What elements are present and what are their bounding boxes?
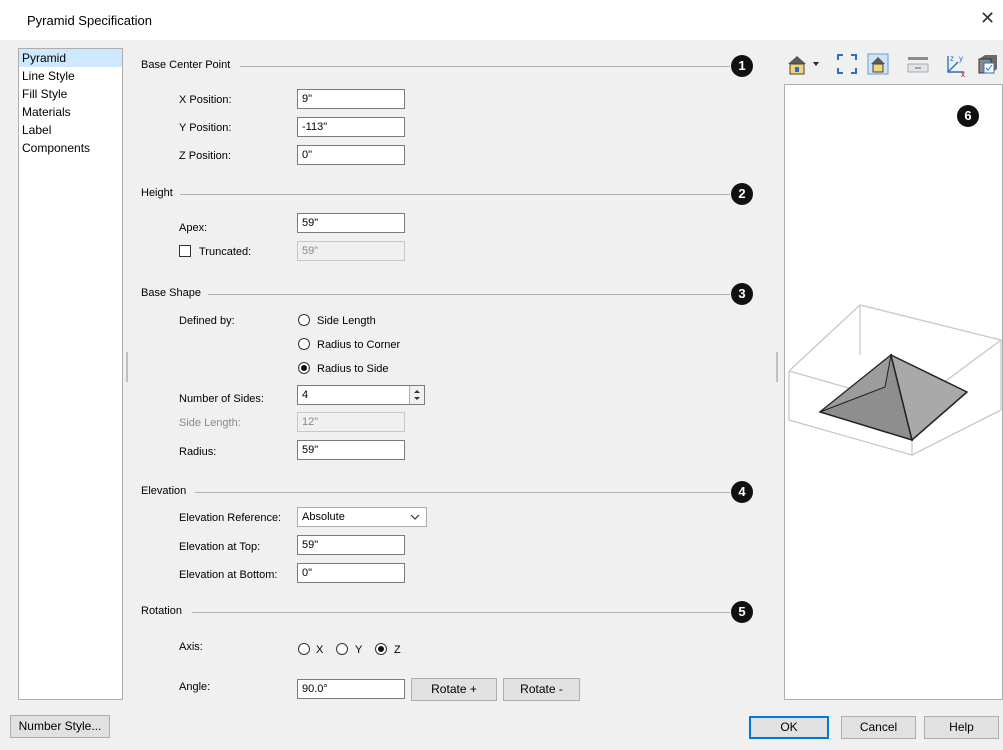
- x-position-input[interactable]: 9": [297, 89, 405, 109]
- sidebar-item-line-style[interactable]: Line Style: [19, 67, 122, 85]
- rotate-plus-button[interactable]: Rotate +: [411, 678, 497, 701]
- callout-badge-4: 4: [731, 481, 753, 503]
- side-length-input: 12": [297, 412, 405, 432]
- callout-badge-3: 3: [731, 283, 753, 305]
- truncated-input: 59": [297, 241, 405, 261]
- fill-window-icon[interactable]: [835, 52, 859, 76]
- number-of-sides-input[interactable]: 4: [297, 385, 425, 405]
- sidebar-item-materials[interactable]: Materials: [19, 103, 122, 121]
- help-button[interactable]: Help: [924, 716, 999, 739]
- section-title-height: Height: [141, 187, 173, 199]
- radio-axis-z[interactable]: [375, 643, 387, 655]
- callout-badge-5: 5: [731, 601, 753, 623]
- truncated-checkbox[interactable]: [179, 245, 191, 257]
- svg-text:z: z: [950, 54, 954, 63]
- radio-radius-to-side-label: Radius to Side: [317, 363, 389, 375]
- svg-text:y: y: [959, 54, 963, 63]
- section-title-base-shape: Base Shape: [141, 287, 201, 299]
- callout-badge-1: 1: [731, 55, 753, 77]
- elevation-top-input[interactable]: 59": [297, 535, 405, 555]
- sidebar-item-label[interactable]: Label: [19, 121, 122, 139]
- section-divider: [180, 194, 730, 195]
- axis-label: Axis:: [179, 641, 203, 653]
- camera-view-icon[interactable]: [785, 52, 825, 76]
- elevation-bottom-label: Elevation at Bottom:: [179, 569, 278, 581]
- pyramid-3d-preview: [788, 304, 1002, 456]
- z-position-label: Z Position:: [179, 150, 231, 162]
- left-splitter-handle[interactable]: [126, 352, 128, 382]
- radio-side-length[interactable]: [298, 314, 310, 326]
- elevation-reference-value: Absolute: [302, 511, 345, 523]
- radio-axis-y[interactable]: [336, 643, 348, 655]
- radius-input[interactable]: 59": [297, 440, 405, 460]
- number-of-sides-label: Number of Sides:: [179, 393, 264, 405]
- y-position-input[interactable]: -113": [297, 117, 405, 137]
- angle-label: Angle:: [179, 681, 211, 693]
- apex-label: Apex:: [179, 222, 208, 234]
- radio-axis-y-label: Y: [355, 644, 363, 656]
- callout-badge-6: 6: [957, 105, 979, 127]
- box-view-icon[interactable]: [976, 52, 1000, 76]
- radio-axis-x[interactable]: [298, 643, 310, 655]
- truncated-label: Truncated:: [199, 246, 252, 258]
- elevation-reference-select[interactable]: Absolute: [297, 507, 427, 527]
- section-divider: [195, 492, 730, 493]
- preview-pane[interactable]: 6: [784, 84, 1003, 700]
- rotate-minus-button[interactable]: Rotate -: [503, 678, 580, 701]
- callout-badge-2: 2: [731, 183, 753, 205]
- radio-side-length-label: Side Length: [317, 315, 376, 327]
- number-style-button[interactable]: Number Style...: [10, 715, 110, 738]
- sides-spinner[interactable]: [409, 386, 424, 404]
- section-title-base-center-point: Base Center Point: [141, 59, 231, 71]
- defined-by-label: Defined by:: [179, 315, 235, 327]
- x-position-label: X Position:: [179, 94, 232, 106]
- elevation-bottom-input[interactable]: 0": [297, 563, 405, 583]
- radio-radius-to-corner-label: Radius to Corner: [317, 339, 401, 351]
- ok-button[interactable]: OK: [749, 716, 829, 739]
- right-splitter-handle[interactable]: [776, 352, 778, 382]
- spinner-arrows-icon: [414, 390, 420, 400]
- sidebar-item-components[interactable]: Components: [19, 139, 122, 157]
- apex-input[interactable]: 59": [297, 213, 405, 233]
- elevation-reference-label: Elevation Reference:: [179, 512, 282, 524]
- radio-radius-to-side[interactable]: [298, 362, 310, 374]
- section-title-elevation: Elevation: [141, 485, 187, 497]
- chevron-down-icon: [410, 514, 420, 520]
- side-length-label: Side Length:: [179, 417, 241, 429]
- section-title-rotation: Rotation: [141, 605, 182, 617]
- section-divider: [192, 612, 730, 613]
- window-title: Pyramid Specification: [27, 13, 152, 28]
- elevation-top-label: Elevation at Top:: [179, 541, 261, 553]
- axes-icon[interactable]: zyx: [942, 52, 966, 79]
- render-style-icon[interactable]: [906, 52, 930, 76]
- radio-radius-to-corner[interactable]: [298, 338, 310, 350]
- radio-axis-z-label: Z: [394, 644, 401, 656]
- radio-axis-x-label: X: [316, 644, 324, 656]
- cancel-button[interactable]: Cancel: [841, 716, 916, 739]
- y-position-label: Y Position:: [179, 122, 232, 134]
- number-of-sides-value: 4: [302, 389, 309, 401]
- z-position-input[interactable]: 0": [297, 145, 405, 165]
- sidebar: Pyramid Line Style Fill Style Materials …: [18, 48, 123, 700]
- angle-input[interactable]: 90.0°: [297, 679, 405, 699]
- sidebar-item-pyramid[interactable]: Pyramid: [19, 49, 122, 67]
- svg-text:x: x: [961, 70, 965, 78]
- sidebar-item-fill-style[interactable]: Fill Style: [19, 85, 122, 103]
- section-divider: [240, 66, 730, 67]
- radius-label: Radius:: [179, 446, 217, 458]
- material-view-icon[interactable]: [866, 52, 890, 76]
- close-icon[interactable]: ✕: [980, 8, 995, 29]
- section-divider: [208, 294, 730, 295]
